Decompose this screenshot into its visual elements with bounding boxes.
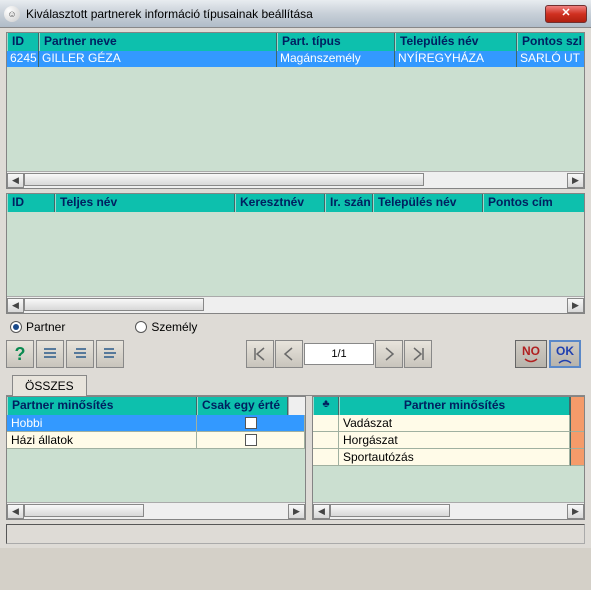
- next-page-button[interactable]: [375, 340, 403, 368]
- radio-partner[interactable]: Partner: [10, 320, 65, 334]
- prev-page-button[interactable]: [275, 340, 303, 368]
- scroll-left-icon[interactable]: ◀: [7, 173, 24, 188]
- hscrollbar[interactable]: ◀ ▶: [7, 171, 584, 188]
- col2-telepules[interactable]: Település név: [373, 194, 483, 212]
- rrow-label: Sportautózás: [339, 449, 570, 466]
- scroll-left-icon[interactable]: ◀: [313, 504, 330, 519]
- scroll-right-icon[interactable]: ▶: [567, 504, 584, 519]
- page-indicator: 1/1: [304, 343, 374, 365]
- list-button-2[interactable]: [66, 340, 94, 368]
- cell-cim: SARLÓ UT: [517, 51, 584, 67]
- rcol-minosites[interactable]: Partner minősítés: [339, 397, 570, 415]
- status-bar: [6, 524, 585, 544]
- scroll-left-icon[interactable]: ◀: [7, 298, 24, 313]
- radio-dot-icon: [10, 321, 22, 333]
- window-title: Kiválasztott partnerek információ típusa…: [26, 7, 545, 21]
- ok-label: OK: [556, 344, 574, 358]
- person-table-header: ID Teljes név Keresztnév Ir. szán Telepü…: [7, 194, 584, 212]
- hscrollbar-left[interactable]: ◀ ▶: [7, 502, 305, 519]
- scroll-thumb[interactable]: [24, 173, 424, 186]
- list-button-3[interactable]: [96, 340, 124, 368]
- lrow-label: Házi állatok: [7, 432, 197, 449]
- checkbox[interactable]: [245, 417, 257, 429]
- scroll-thumb[interactable]: [24, 298, 204, 311]
- rrow-label: Horgászat: [339, 432, 570, 449]
- rrow-label: Vadászat: [339, 415, 570, 432]
- person-table: ID Teljes név Keresztnév Ir. szán Telepü…: [6, 193, 585, 314]
- scroll-left-icon[interactable]: ◀: [7, 504, 24, 519]
- rcol-symbol[interactable]: ♣: [313, 397, 339, 415]
- tab-strip: ÖSSZES: [6, 374, 585, 395]
- radio-dot-icon: [135, 321, 147, 333]
- list-item[interactable]: Hobbi: [7, 415, 305, 432]
- no-label: NO: [522, 344, 540, 358]
- table-row[interactable]: 6245 GILLER GÉZA Magánszemély NYÍREGYHÁZ…: [7, 51, 584, 67]
- scroll-thumb[interactable]: [24, 504, 144, 517]
- scroll-right-icon[interactable]: ▶: [567, 173, 584, 188]
- last-page-button[interactable]: [404, 340, 432, 368]
- title-bar: ☺ Kiválasztott partnerek információ típu…: [0, 0, 591, 28]
- col2-pontos[interactable]: Pontos cím: [483, 194, 584, 212]
- no-button[interactable]: NO: [515, 340, 547, 368]
- col-pontos-szl[interactable]: Pontos szl: [517, 33, 584, 51]
- hscrollbar2[interactable]: ◀ ▶: [7, 296, 584, 313]
- lcol-csakegy[interactable]: Csak egy érté: [197, 397, 288, 415]
- col-part-tipus[interactable]: Part. típus: [277, 33, 395, 51]
- col-telepules[interactable]: Település név: [395, 33, 517, 51]
- partner-table: ID Partner neve Part. típus Település né…: [6, 32, 585, 189]
- col2-kereszt[interactable]: Keresztnév: [235, 194, 325, 212]
- hscrollbar-right[interactable]: ◀ ▶: [313, 502, 584, 519]
- lcol-minosites[interactable]: Partner minősítés: [7, 397, 197, 415]
- radio-szemely-label: Személy: [151, 320, 197, 334]
- list-item[interactable]: Horgászat: [313, 432, 584, 449]
- col-partner-neve[interactable]: Partner neve: [39, 33, 277, 51]
- left-panel: Partner minősítés Csak egy érté Hobbi Há…: [6, 396, 306, 520]
- checkbox[interactable]: [245, 434, 257, 446]
- list-item[interactable]: Vadászat: [313, 415, 584, 432]
- col2-teljes[interactable]: Teljes név: [55, 194, 235, 212]
- toolbar: ? 1/1 NO: [6, 338, 585, 374]
- close-button[interactable]: ✕: [545, 5, 587, 23]
- cell-tipus: Magánszemély: [277, 51, 395, 67]
- scroll-right-icon[interactable]: ▶: [288, 504, 305, 519]
- col2-id[interactable]: ID: [7, 194, 55, 212]
- col2-irszan[interactable]: Ir. szán: [325, 194, 373, 212]
- radio-szemely[interactable]: Személy: [135, 320, 197, 334]
- app-icon: ☺: [4, 6, 20, 22]
- scroll-right-icon[interactable]: ▶: [567, 298, 584, 313]
- right-panel: ♣ Partner minősítés Vadászat Horgászat: [312, 396, 585, 520]
- cell-nev: GILLER GÉZA: [39, 51, 277, 67]
- help-button[interactable]: ?: [6, 340, 34, 368]
- radio-group: Partner Személy: [6, 314, 585, 338]
- list-button-1[interactable]: [36, 340, 64, 368]
- list-item[interactable]: Házi állatok: [7, 432, 305, 449]
- list-item[interactable]: Sportautózás: [313, 449, 584, 466]
- scroll-thumb[interactable]: [330, 504, 450, 517]
- lrow-label: Hobbi: [7, 415, 197, 432]
- col-id[interactable]: ID: [7, 33, 39, 51]
- partner-table-header: ID Partner neve Part. típus Település né…: [7, 33, 584, 51]
- cell-id: 6245: [7, 51, 39, 67]
- tab-osszes[interactable]: ÖSSZES: [12, 375, 87, 396]
- cell-telepules: NYÍREGYHÁZA: [395, 51, 517, 67]
- first-page-button[interactable]: [246, 340, 274, 368]
- radio-partner-label: Partner: [26, 320, 65, 334]
- ok-button[interactable]: OK: [549, 340, 581, 368]
